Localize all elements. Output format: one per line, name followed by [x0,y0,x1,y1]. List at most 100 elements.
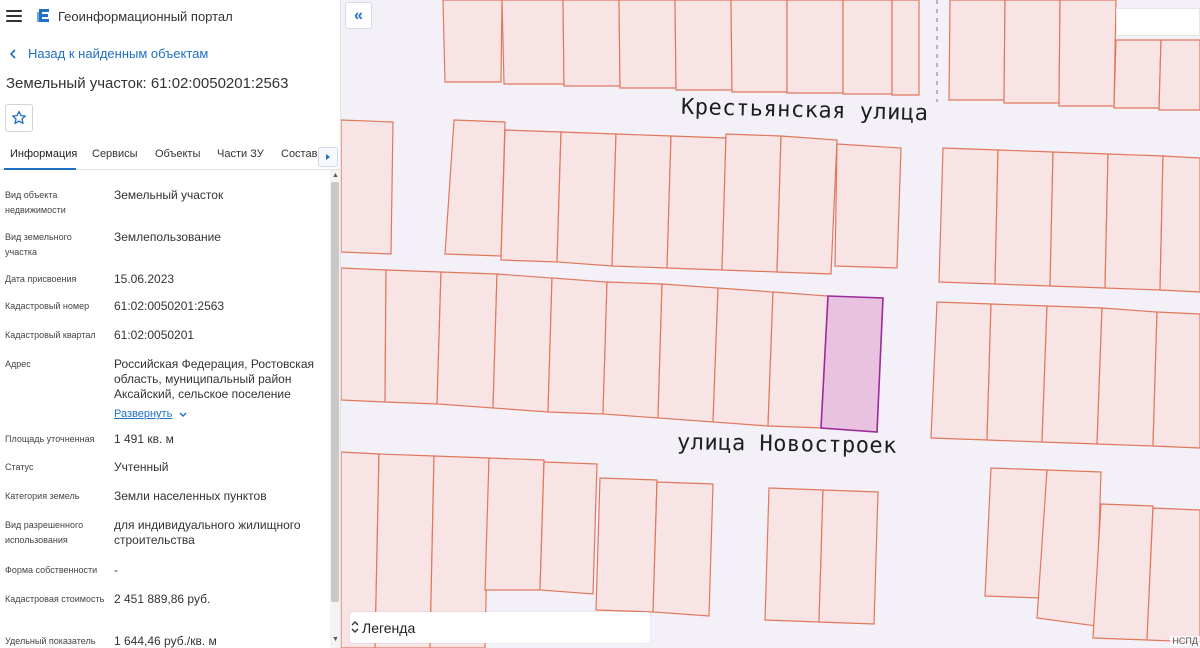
parcel [666,135,727,271]
parcel [500,129,562,263]
tab-info[interactable]: Информация [10,148,77,160]
property-label: Кадастровый номер [5,301,90,311]
property-label: Кадастровая стоимость [5,594,105,604]
app-bar: Геоинформационный портал [0,0,340,32]
parcel [652,481,714,617]
active-tab-indicator [4,168,76,170]
parcel [1096,307,1158,447]
parcel [1049,151,1109,289]
property-value: 1 644,46 руб./кв. м [114,634,217,648]
back-link-label: Назад к найденным объектам [28,46,209,61]
chevron-left-icon [9,48,16,59]
parcel [341,119,394,255]
map-tool-box[interactable] [1116,8,1200,36]
parcel [602,281,663,419]
parcel [484,457,545,591]
property-value: 15.06.2023 [114,272,175,286]
parcel [1152,311,1200,449]
menu-icon[interactable] [6,10,22,22]
collapse-panel-button[interactable]: « [345,2,372,29]
property-label: Статус [5,462,34,472]
info-panel: Геоинформационный портал Назад к найденн… [0,0,341,648]
favorite-button[interactable] [5,104,33,132]
parcel [1003,0,1061,104]
legend-label: Легенда [362,619,416,636]
parcel [1058,0,1117,107]
parcel [776,135,838,275]
property-value: - [114,563,118,577]
tab-composition[interactable]: Состав [281,148,317,160]
parcel [384,269,442,405]
parcel [595,477,658,613]
parcel [657,283,719,423]
property-label: Категория земель [5,491,80,501]
parcel [1159,155,1200,293]
parcel [618,0,677,89]
parcel [562,0,621,87]
parcel [1041,305,1103,445]
property-label: Форма собственности [5,565,98,575]
map-attribution: НСПД [1170,636,1200,646]
select-arrows-icon [351,621,359,633]
parcel [556,131,617,267]
property-value: Учтенный [114,460,169,474]
parcel [842,0,893,95]
property-value: 61:02:0050201:2563 [114,299,225,313]
star-icon [12,110,26,125]
parcel [721,133,782,273]
parcel [539,461,598,595]
scrollbar-thumb[interactable] [331,182,339,602]
panel-scrollbar[interactable]: ▲ ▼ [330,170,340,648]
property-value: 1 491 кв. м [114,432,174,446]
property-value: Земли населенных пунктов [114,489,267,503]
map-view[interactable]: « Крестьянская улица улица Новостроек Ле… [341,0,1200,648]
property-value: для индивидуального жилищного строительс… [114,518,301,547]
parcel [442,0,503,83]
property-label: Адрес [5,359,31,369]
parcel [948,0,1006,101]
parcel [674,0,733,91]
parcel [1146,507,1200,643]
parcel [938,147,999,285]
parcel [712,287,774,427]
scroll-down-icon[interactable]: ▼ [332,636,339,643]
parcel [834,143,902,269]
tab-bar: Информация Сервисы Объекты Части ЗУ Сост… [0,143,340,170]
parcel [1092,503,1154,641]
expand-address-link[interactable]: Развернуть [114,407,190,422]
parcel [994,149,1054,287]
expand-address-link-wrapper: Развернуть [114,406,319,422]
parcel [786,0,844,94]
property-value: Земельный участок [114,188,224,202]
parcel [1113,39,1162,109]
scroll-up-icon[interactable]: ▲ [332,172,339,179]
legend-select[interactable]: Легенда [350,612,650,643]
selected-parcel [820,295,884,433]
parcel [492,273,553,413]
tab-parts[interactable]: Части ЗУ [217,148,264,160]
parcel [930,301,992,441]
street-label: улица Новостроек [676,430,898,459]
tabs-next-button[interactable] [318,147,338,167]
parcel [444,119,506,257]
tab-services[interactable]: Сервисы [92,148,138,160]
page-title: Земельный участок: 61:02:0050201:2563 [6,75,289,92]
parcel [818,489,879,625]
property-label: Вид объекта недвижимости [5,190,66,215]
property-label: Удельный показатель [5,636,96,646]
tab-objects[interactable]: Объекты [155,148,200,160]
parcel [1104,153,1164,291]
expand-label: Развернуть [114,408,173,420]
parcel [1036,469,1102,627]
parcel [984,467,1048,599]
back-to-results-link[interactable]: Назад к найденным объектам [8,46,208,61]
parcel [341,267,387,403]
property-label: Вид земельного участка [5,232,72,257]
property-value: Землепользование [114,230,221,244]
property-label: Площадь уточненная [5,434,95,444]
portal-logo-icon [37,9,49,22]
parcel [730,0,788,93]
app-title: Геоинформационный портал [58,8,233,24]
property-value: Российская Федерация, Ростовская область… [114,357,314,401]
parcel [767,291,829,429]
